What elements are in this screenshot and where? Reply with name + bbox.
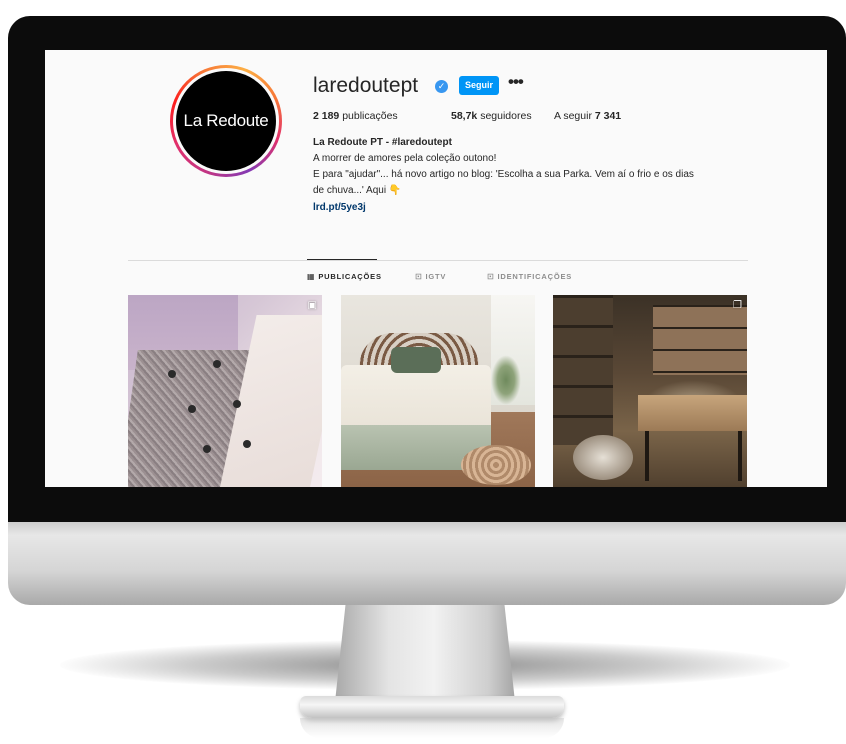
- avatar: La Redoute: [176, 71, 276, 171]
- stand-reflection: [300, 718, 564, 738]
- verified-badge-icon: ✓: [435, 80, 448, 93]
- monitor-stand-base: [300, 696, 564, 718]
- bio-line: E para "ajudar"... há novo artigo no blo…: [313, 169, 694, 180]
- followers-label: seguidores: [480, 110, 532, 122]
- monitor-stand: [335, 602, 515, 702]
- fashion-coat-post[interactable]: ▣: [128, 295, 322, 487]
- following-label: A seguir: [554, 110, 592, 122]
- carousel-icon: ❐: [733, 300, 742, 311]
- tab-label: IGTV: [425, 272, 447, 281]
- grid-icon: ▦: [307, 272, 316, 281]
- tab-label: IDENTIFICAÇÕES: [497, 272, 573, 281]
- following-count: 7 341: [594, 110, 622, 122]
- followers-stat[interactable]: 58,7k seguidores: [451, 110, 532, 122]
- bedroom-post[interactable]: [341, 295, 535, 487]
- avatar-story-ring[interactable]: La Redoute: [170, 65, 282, 177]
- tab-identificacoes[interactable]: ⊡ IDENTIFICAÇÕES: [487, 272, 572, 281]
- bio-line: A morrer de amores pela coleção outono!: [313, 153, 497, 164]
- bio-line: de chuva...' Aqui 👇: [313, 185, 402, 196]
- igtv-icon: ⊡: [415, 272, 423, 281]
- bio-full-name: La Redoute PT - #laredoutept: [313, 137, 452, 148]
- tab-publicacoes[interactable]: ▦ PUBLICAÇÕES: [307, 272, 382, 281]
- reels-icon: ▣: [307, 300, 317, 311]
- tagged-icon: ⊡: [487, 272, 495, 281]
- bio-link[interactable]: lrd.pt/5ye3j: [313, 202, 366, 213]
- room-interior-post[interactable]: ❐: [553, 295, 747, 487]
- posts-count: 2 189: [313, 110, 340, 122]
- tab-label: PUBLICAÇÕES: [318, 272, 382, 281]
- instagram-profile-screen: La Redoute laredoutept ✓ Seguir ••• 2 18…: [45, 50, 827, 487]
- follow-button[interactable]: Seguir: [459, 76, 499, 95]
- profile-username: laredoutept: [313, 74, 419, 97]
- followers-count: 58,7k: [451, 110, 478, 122]
- active-tab-indicator: [307, 259, 377, 260]
- tabs-divider: [128, 260, 748, 261]
- tab-igtv[interactable]: ⊡ IGTV: [415, 272, 446, 281]
- monitor-chin: [8, 520, 846, 605]
- more-options-icon[interactable]: •••: [508, 72, 524, 92]
- posts-label: publicações: [342, 110, 398, 122]
- posts-count-stat: 2 189 publicações: [313, 110, 398, 122]
- following-stat[interactable]: A seguir 7 341: [554, 110, 621, 122]
